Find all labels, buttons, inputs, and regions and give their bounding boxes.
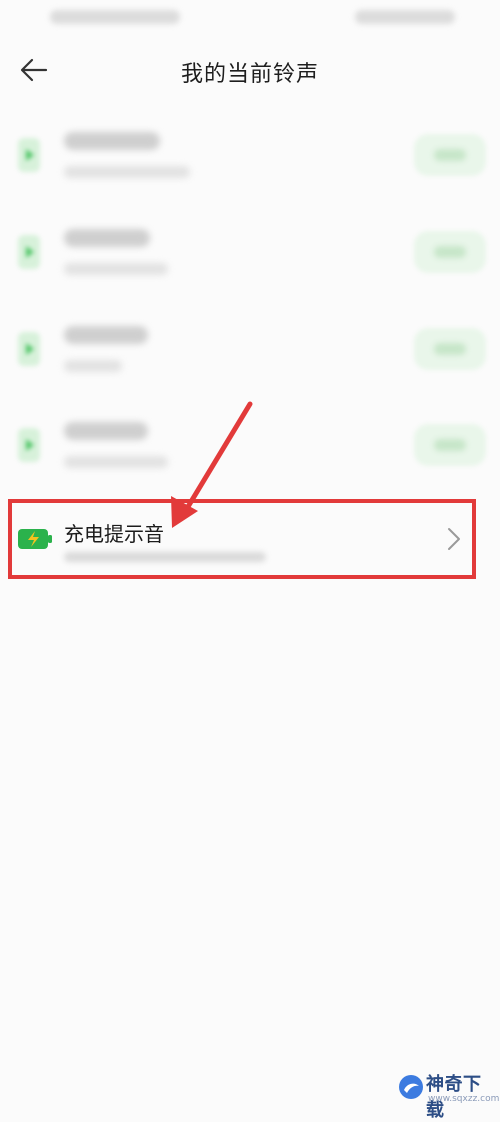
ringtone-title-blurred — [64, 229, 150, 247]
ringtone-icon — [18, 235, 40, 269]
status-bar — [0, 0, 500, 36]
set-button-label-blurred — [434, 149, 466, 161]
ringtone-icon — [18, 138, 40, 172]
ringtone-icon — [18, 428, 40, 462]
watermark-logo-icon — [399, 1075, 423, 1099]
ringtone-title-blurred — [64, 422, 148, 440]
header: 我的当前铃声 — [0, 40, 500, 100]
set-button-label-blurred — [434, 343, 466, 355]
ringtone-icon — [18, 332, 40, 366]
ringtone-subtitle-blurred — [64, 456, 168, 468]
ringtone-title-blurred — [64, 132, 160, 150]
ringtone-row-1[interactable] — [0, 108, 500, 204]
ringtone-row-2[interactable] — [0, 205, 500, 301]
ringtone-subtitle-blurred — [64, 360, 122, 372]
status-icons-blurred — [355, 10, 455, 24]
ringtone-title-blurred — [64, 326, 148, 344]
page-title: 我的当前铃声 — [180, 62, 319, 87]
watermark-url: www.sqxzz.com — [428, 1094, 500, 1104]
set-button-label-blurred — [434, 439, 466, 451]
watermark: 神奇下载 www.sqxzz.com — [398, 1068, 500, 1121]
ringtone-row-4[interactable] — [0, 398, 500, 494]
highlight-box — [8, 499, 476, 579]
ringtone-row-3[interactable] — [0, 302, 500, 398]
ringtone-subtitle-blurred — [64, 166, 190, 178]
status-time-blurred — [50, 10, 180, 24]
ringtone-subtitle-blurred — [64, 263, 168, 275]
set-button-label-blurred — [434, 246, 466, 258]
